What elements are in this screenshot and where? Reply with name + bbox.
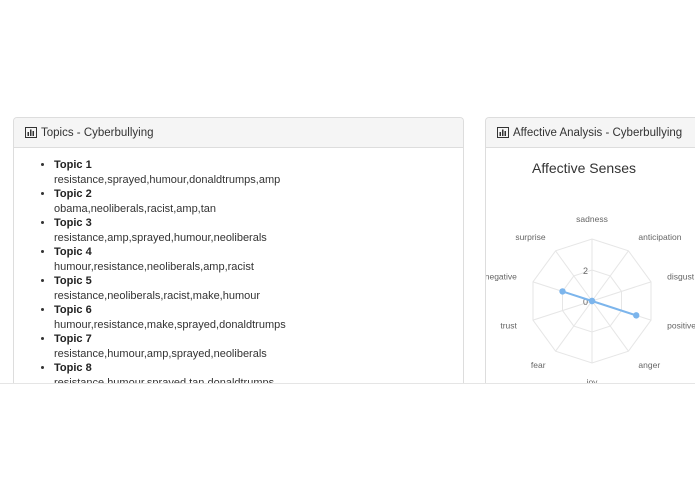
data-point-center [588, 297, 596, 305]
topic-title: Topic 1 [54, 159, 92, 171]
topic-words: resistance,neoliberals,racist,make,humou… [54, 289, 261, 302]
topic-words: humour,resistance,neoliberals,amp,racist [54, 260, 254, 273]
affective-panel-title: Affective Analysis - Cyberbullying [513, 126, 683, 139]
grid-spoke [591, 250, 629, 302]
topic-item: Topic 4 humour,resistance,neoliberals,amp… [54, 245, 286, 274]
bar-chart-icon [25, 127, 37, 138]
topic-words: humour,resistance,make,sprayed,donaldtru… [54, 318, 286, 331]
topic-title: Topic 8 [54, 362, 92, 374]
topic-item: Topic 5 resistance,neoliberals,racist,mak… [54, 274, 286, 303]
topic-title: Topic 3 [54, 217, 92, 229]
topics-panel-title: Topics - Cyberbullying [41, 126, 154, 139]
axis-label-anger: anger [638, 360, 660, 370]
radar-chart: Affective Senses02sadnessanticipationdis… [486, 160, 695, 384]
affective-panel-heading: Affective Analysis - Cyberbullying [486, 118, 695, 148]
axis-label-fear: fear [531, 360, 546, 370]
topic-title: Topic 7 [54, 333, 92, 345]
axis-label-trust: trust [500, 320, 517, 330]
topic-words: resistance,amp,sprayed,humour,neoliberal… [54, 231, 267, 244]
topics-panel-heading: Topics - Cyberbullying [14, 118, 463, 148]
topic-words: resistance,sprayed,humour,donaldtrumps,a… [54, 173, 281, 186]
data-point-negative [559, 288, 566, 295]
axis-label-surprise: surprise [515, 232, 546, 242]
data-point-positive [633, 312, 640, 319]
topic-title: Topic 6 [54, 304, 92, 316]
chart-title: Affective Senses [532, 160, 636, 176]
topic-words: resistance,humour,amp,sprayed,neoliberal… [54, 347, 267, 360]
topic-item: Topic 8resistance,humour,sprayed,tan,don… [54, 361, 286, 384]
tick-label: 2 [583, 266, 588, 276]
topic-list: Topic 1 resistance,sprayed,humour,donaldt… [14, 158, 286, 384]
topic-item: Topic 1 resistance,sprayed,humour,donaldt… [54, 158, 286, 187]
topics-panel: Topics - Cyberbullying Topic 1 resistance… [13, 117, 464, 384]
topic-item: Topic 6 humour,resistance,make,sprayed,do… [54, 303, 286, 332]
grid-spoke [591, 300, 629, 352]
affective-panel: Affective Analysis - Cyberbullying Affec… [485, 117, 695, 384]
grid-spoke [555, 300, 593, 352]
axis-label-negative: negative [486, 272, 517, 282]
topic-item: Topic 7 resistance,humour,amp,sprayed,neo… [54, 332, 286, 361]
axis-label-sadness: sadness [576, 214, 608, 224]
topic-title: Topic 4 [54, 246, 92, 258]
axis-label-positive: positive [667, 320, 695, 330]
axis-label-anticipation: anticipation [638, 232, 681, 242]
topic-item: Topic 3 resistance,amp,sprayed,humour,neo… [54, 216, 286, 245]
topic-words: obama,neoliberals,racist,amp,tan [54, 202, 217, 215]
bar-chart-icon [497, 127, 509, 138]
topic-item: Topic 2 obama,neoliberals,racist,amp,tan [54, 187, 286, 216]
topic-title: Topic 5 [54, 275, 92, 287]
topic-title: Topic 2 [54, 188, 92, 200]
fold-divider [0, 383, 695, 384]
axis-label-disgust: disgust [667, 272, 695, 282]
